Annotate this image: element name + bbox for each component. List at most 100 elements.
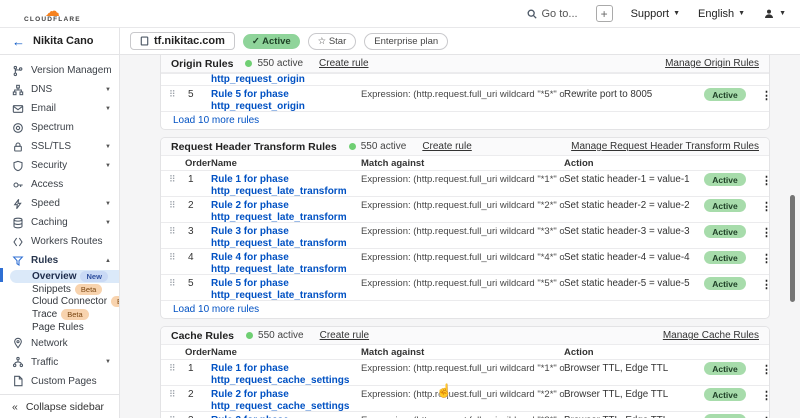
user-icon [763, 8, 775, 20]
support-menu[interactable]: Support ▼ [631, 8, 680, 20]
kebab-menu[interactable]: ⋮ [754, 200, 770, 213]
pin-icon [12, 337, 24, 349]
load-more-link[interactable]: Load 10 more rules [161, 300, 769, 318]
sidebar-item-traffic[interactable]: Traffic ▼ [0, 353, 119, 372]
chevron-down-icon: ▼ [105, 201, 111, 207]
drag-handle[interactable]: ⠿ [169, 389, 185, 399]
drag-handle[interactable]: ⠿ [169, 89, 185, 99]
zone-status-badge: ✓ Active [243, 34, 300, 49]
create-rule-link[interactable]: Create rule [422, 141, 471, 152]
star-button[interactable]: ☆ Star [308, 33, 357, 50]
sidebar-item-speed[interactable]: Speed ▼ [0, 194, 119, 213]
account-menu[interactable]: ▼ [763, 8, 786, 20]
table-row: ⠿ 1 Rule 1 for phasehttp_request_late_tr… [161, 170, 769, 196]
drag-handle[interactable]: ⠿ [169, 252, 185, 262]
rule-name-link[interactable]: Rule 5 for phasehttp_request_late_transf… [211, 278, 361, 301]
language-menu[interactable]: English ▼ [698, 8, 745, 20]
support-label: Support [631, 8, 670, 20]
rule-expression: Expression: (http.request.full_uri wildc… [361, 89, 564, 100]
drag-handle[interactable]: ⠿ [169, 278, 185, 288]
rule-expression: Expression: (http.request.full_uri wildc… [361, 252, 564, 263]
drag-handle[interactable]: ⠿ [169, 174, 185, 184]
sidebar-item-custom-pages[interactable]: Custom Pages [0, 372, 119, 391]
kebab-menu[interactable]: ⋮ [754, 278, 770, 291]
load-more-link[interactable]: Load 10 more rules [161, 111, 769, 129]
rule-name-link[interactable]: Rule 5 for phasehttp_request_origin [211, 89, 361, 112]
sidebar-item-cloud-connector[interactable]: Cloud Connector Beta [0, 296, 119, 309]
sidebar-item-trace[interactable]: Trace Beta [0, 308, 119, 321]
table-row: ⠿ 4 Rule 4 for phasehttp_request_late_tr… [161, 248, 769, 274]
rule-action: Browser TTL, Edge TTL [564, 363, 696, 374]
manage-origin-rules-link[interactable]: Manage Origin Rules [665, 58, 759, 69]
active-count: 550 active [257, 58, 303, 69]
table-row: ⠿ 2 Rule 2 for phasehttp_request_late_tr… [161, 196, 769, 222]
sidebar-item-access[interactable]: Access [0, 175, 119, 194]
language-label: English [698, 8, 734, 20]
status-badge: Active [704, 388, 746, 401]
status-badge: Active [704, 414, 746, 418]
sidebar-item-page-rules[interactable]: Page Rules [0, 321, 119, 334]
table-row: ⠿ 1 Rule 1 for phasehttp_request_cache_s… [161, 359, 769, 385]
sidebar-item-spectrum[interactable]: Spectrum [0, 118, 119, 137]
mouse-cursor: ☝ [436, 383, 452, 399]
sidebar-item-rules[interactable]: Rules ▲ [0, 251, 119, 270]
status-badge: Active [704, 362, 746, 375]
goto-search[interactable]: Go to... [527, 8, 578, 20]
spectrum-icon [12, 122, 24, 134]
rule-expression: Expression: (http.request.full_uri wildc… [361, 278, 564, 289]
database-icon [12, 217, 24, 229]
sidebar-item-network[interactable]: Network [0, 334, 119, 353]
traffic-icon [12, 356, 24, 368]
rule-name-link[interactable]: Rule 1 for phasehttp_request_late_transf… [211, 174, 361, 197]
table-row: ⠿ 3 Rule 3 for phasehttp_request_late_tr… [161, 222, 769, 248]
rule-name-link[interactable]: Rule 2 for phasehttp_request_late_transf… [211, 200, 361, 223]
chevron-down-icon: ▼ [105, 87, 111, 93]
drag-handle[interactable]: ⠿ [169, 226, 185, 236]
rule-expression: Expression: (http.request.full_uri wildc… [361, 389, 564, 400]
chevron-down-icon: ▼ [779, 10, 786, 17]
rule-name-link[interactable]: Rule 2 for phasehttp_request_cache_setti… [211, 389, 361, 412]
drag-handle[interactable]: ⠿ [169, 363, 185, 373]
back-arrow-icon[interactable]: ← [12, 34, 25, 49]
transform-rules-header: Request Header Transform Rules 550 activ… [161, 138, 769, 156]
zone-domain: tf.nikitac.com [154, 35, 225, 47]
rule-action: Rewrite port to 8005 [564, 89, 696, 100]
chevron-up-icon: ▲ [105, 258, 111, 264]
collapse-sidebar-button[interactable]: « Collapse sidebar [0, 394, 119, 418]
lightning-icon [12, 198, 24, 210]
status-badge: Active [704, 225, 746, 238]
rule-name-link[interactable]: Rule 1 for phasehttp_request_cache_setti… [211, 363, 361, 386]
manage-transform-rules-link[interactable]: Manage Request Header Transform Rules [571, 141, 759, 152]
cloudflare-logo-text: CLOUDFLARE [24, 17, 81, 24]
scrollbar-thumb[interactable] [790, 195, 795, 302]
rule-name-link[interactable]: Rule 4 for phasehttp_request_late_transf… [211, 252, 361, 275]
table-column-headers: Order Name Match against Action [161, 345, 769, 359]
site-icon [140, 36, 149, 46]
sidebar-item-rules-overview[interactable]: Overview New [10, 270, 119, 283]
sidebar-item-dns[interactable]: DNS ▼ [0, 80, 119, 99]
sidebar-item-ssl-tls[interactable]: SSL/TLS ▼ [0, 137, 119, 156]
drag-handle[interactable]: ⠿ [169, 200, 185, 210]
create-rule-link[interactable]: Create rule [319, 58, 368, 69]
kebab-menu[interactable]: ⋮ [754, 89, 770, 102]
manage-cache-rules-link[interactable]: Manage Cache Rules [663, 330, 759, 341]
sidebar-item-snippets[interactable]: Snippets Beta [0, 283, 119, 296]
rule-name-link[interactable]: Rule 3 for phasehttp_request_late_transf… [211, 226, 361, 249]
cache-rules-card: Cache Rules 550 active Create rule Manag… [160, 326, 770, 418]
sidebar-item-version-management[interactable]: Version Management [0, 61, 119, 80]
account-name: Nikita Cano [33, 35, 94, 47]
rule-name-link[interactable]: http_request_origin [211, 74, 361, 85]
zone-selector[interactable]: tf.nikitac.com [130, 32, 235, 50]
kebab-menu[interactable]: ⋮ [754, 363, 770, 376]
sidebar-item-workers-routes[interactable]: Workers Routes [0, 232, 119, 251]
kebab-menu[interactable]: ⋮ [754, 389, 770, 402]
sidebar-item-security[interactable]: Security ▼ [0, 156, 119, 175]
sidebar-item-email[interactable]: Email ▼ [0, 99, 119, 118]
create-rule-link[interactable]: Create rule [320, 330, 369, 341]
kebab-menu[interactable]: ⋮ [754, 174, 770, 187]
kebab-menu[interactable]: ⋮ [754, 252, 770, 265]
cloudflare-logo[interactable]: ☁ CLOUDFLARE [24, 7, 81, 24]
kebab-menu[interactable]: ⋮ [754, 226, 770, 239]
add-button[interactable]: + [596, 5, 613, 22]
sidebar-item-caching[interactable]: Caching ▼ [0, 213, 119, 232]
